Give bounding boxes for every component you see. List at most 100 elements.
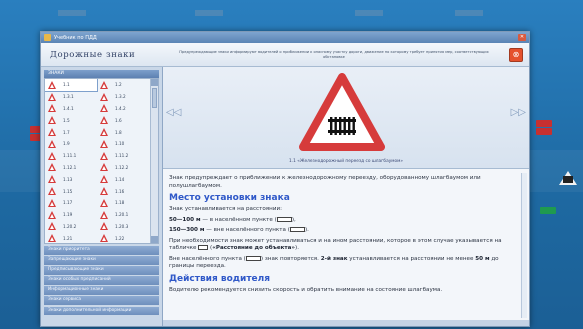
sign-list-item[interactable]: 1.16 xyxy=(97,185,149,197)
sign-list-item[interactable]: 1.21 xyxy=(45,232,97,243)
app-icon xyxy=(44,34,51,41)
distance-line-2: 150—300 м — вне населённого пункта (). xyxy=(169,227,309,233)
sign-number: 1.12.2 xyxy=(115,164,129,170)
sign-list-item[interactable]: 1.11.1 xyxy=(45,150,97,162)
sign-list-item[interactable]: 1.12.2 xyxy=(97,162,149,174)
warning-sign-icon xyxy=(100,116,109,125)
sign-number: 1.4.2 xyxy=(115,105,126,111)
warning-sign-icon xyxy=(100,198,109,207)
warning-sign-icon xyxy=(48,80,57,89)
warning-sign-icon xyxy=(48,128,57,137)
warning-sign-icon xyxy=(48,116,57,125)
scroll-down-button[interactable] xyxy=(151,236,158,243)
sign-preview: ◁◁ 1.1 «Железнодорожный переезд со шлагб… xyxy=(163,67,529,169)
scroll-thumb[interactable] xyxy=(152,88,157,108)
settlement-end-plate-icon xyxy=(289,227,305,232)
road-marking xyxy=(455,10,483,16)
section-notice: Предупреждающие знаки информируют водите… xyxy=(179,49,489,59)
warning-sign-icon xyxy=(48,198,57,207)
sign-list-item[interactable]: 1.8 xyxy=(97,126,149,138)
red-light xyxy=(536,128,552,135)
category-nav-item[interactable]: Знаки дополнительной информации xyxy=(44,306,159,316)
exit-icon: ⊗ xyxy=(512,49,520,59)
sign-number: 1.3.1 xyxy=(63,94,74,100)
sign-list-item[interactable]: 1.18 xyxy=(97,197,149,209)
sign-number: 1.8 xyxy=(115,129,122,135)
placement-heading: Место установки знака xyxy=(169,193,290,203)
sign-number: 1.22 xyxy=(115,235,125,241)
app-window: Учебник по ПДД ✕ Дорожные знаки Предупре… xyxy=(40,31,530,327)
distance-lead: Знак устанавливается на расстоянии: xyxy=(169,206,282,212)
sign-list-item[interactable]: 1.5 xyxy=(45,114,97,126)
warning-sign-icon xyxy=(100,175,109,184)
warning-sign-icon xyxy=(48,187,57,196)
bottom-panel xyxy=(163,320,529,326)
warning-sign-icon xyxy=(100,128,109,137)
warning-sign-icon xyxy=(100,139,109,148)
sign-number: 1.11.2 xyxy=(115,153,129,159)
sign-group-header[interactable]: ЗНАКИ xyxy=(44,70,159,78)
sign-list-item[interactable]: 1.4.1 xyxy=(45,103,97,115)
sign-list-item[interactable]: 1.7 xyxy=(45,126,97,138)
category-nav-item[interactable]: Запрещающие знаки xyxy=(44,256,159,265)
sign-list-item[interactable]: 1.22 xyxy=(97,232,149,243)
category-nav-item[interactable]: Информационные знаки xyxy=(44,286,159,295)
repeat-text: Вне населённого пункта () знак повторяет… xyxy=(169,255,499,269)
warning-sign-icon xyxy=(48,222,57,231)
sign-number: 1.16 xyxy=(115,188,125,194)
sign-list-item[interactable]: 1.1 xyxy=(45,79,98,92)
sign-list-item[interactable]: 1.20.2 xyxy=(45,221,97,233)
sign-list-item[interactable]: 1.2 xyxy=(97,79,149,91)
railway-crossing-sign-icon xyxy=(299,73,385,151)
sign-list-item[interactable]: 1.20.3 xyxy=(97,221,149,233)
sign-number: 1.11.1 xyxy=(63,153,77,159)
sign-list-item[interactable]: 1.17 xyxy=(45,197,97,209)
main-content: ◁◁ 1.1 «Железнодорожный переезд со шлагб… xyxy=(163,67,529,326)
sign-list-item[interactable]: 1.13 xyxy=(45,173,97,185)
warning-sign-icon xyxy=(100,163,109,172)
warning-sign-icon xyxy=(48,175,57,184)
warning-sign-icon xyxy=(48,151,57,160)
sign-list: 1.1 1.2 1.3.1 1.3.2 1.4.1 1.4.2 1.5 1.6 1.7 1.8 1.… xyxy=(44,78,159,244)
sign-number: 1.17 xyxy=(63,200,73,206)
prev-sign-button[interactable]: ◁◁ xyxy=(166,107,181,118)
sign-list-item[interactable]: 1.9 xyxy=(45,138,97,150)
sign-list-item[interactable]: 1.14 xyxy=(97,173,149,185)
sign-list-item[interactable]: 1.10 xyxy=(97,138,149,150)
sign-list-item[interactable]: 1.11.2 xyxy=(97,150,149,162)
category-nav-item[interactable]: Предписывающие знаки xyxy=(44,266,159,275)
sign-number: 1.20.3 xyxy=(115,223,129,229)
sign-number: 1.19 xyxy=(63,212,73,218)
sign-list-item[interactable]: 1.15 xyxy=(45,185,97,197)
sign-number: 1.5 xyxy=(63,117,70,123)
actions-heading: Действия водителя xyxy=(169,273,271,284)
exit-button[interactable]: ⊗ xyxy=(509,47,523,62)
green-light xyxy=(540,207,556,214)
sign-number: 1.3.2 xyxy=(115,94,126,100)
sign-number: 1.10 xyxy=(115,141,125,147)
sign-list-item[interactable]: 1.6 xyxy=(97,114,149,126)
sign-list-item[interactable]: 1.12.1 xyxy=(45,162,97,174)
sign-list-item[interactable]: 1.3.1 xyxy=(45,91,97,103)
warning-sign-icon xyxy=(100,80,109,89)
close-icon[interactable]: ✕ xyxy=(518,34,526,41)
distance-plate-icon xyxy=(198,245,209,250)
category-nav-item[interactable]: Знаки особых предписаний xyxy=(44,276,159,285)
category-nav-item[interactable]: Знаки приоритета xyxy=(44,246,159,255)
warning-sign-icon xyxy=(559,171,577,185)
category-nav-item[interactable]: Знаки сервиса xyxy=(44,296,159,306)
other-distance-text: При необходимости знак может устанавлива… xyxy=(169,237,502,252)
sign-list-item[interactable]: 1.19 xyxy=(45,209,97,221)
sign-number: 1.6 xyxy=(115,117,122,123)
next-sign-button[interactable]: ▷▷ xyxy=(511,107,526,118)
distance-line-1: 50—100 м — в населённом пункте (), xyxy=(169,216,296,223)
text-scrollbar[interactable] xyxy=(521,173,527,318)
warning-sign-icon xyxy=(48,163,57,172)
sign-number: 1.9 xyxy=(63,141,70,147)
sign-list-item[interactable]: 1.20.1 xyxy=(97,209,149,221)
sign-list-item[interactable]: 1.4.2 xyxy=(97,103,149,115)
sign-list-item[interactable]: 1.3.2 xyxy=(97,91,149,103)
warning-sign-icon xyxy=(100,210,109,219)
scrollbar[interactable] xyxy=(150,79,158,243)
scroll-up-button[interactable] xyxy=(151,79,158,86)
